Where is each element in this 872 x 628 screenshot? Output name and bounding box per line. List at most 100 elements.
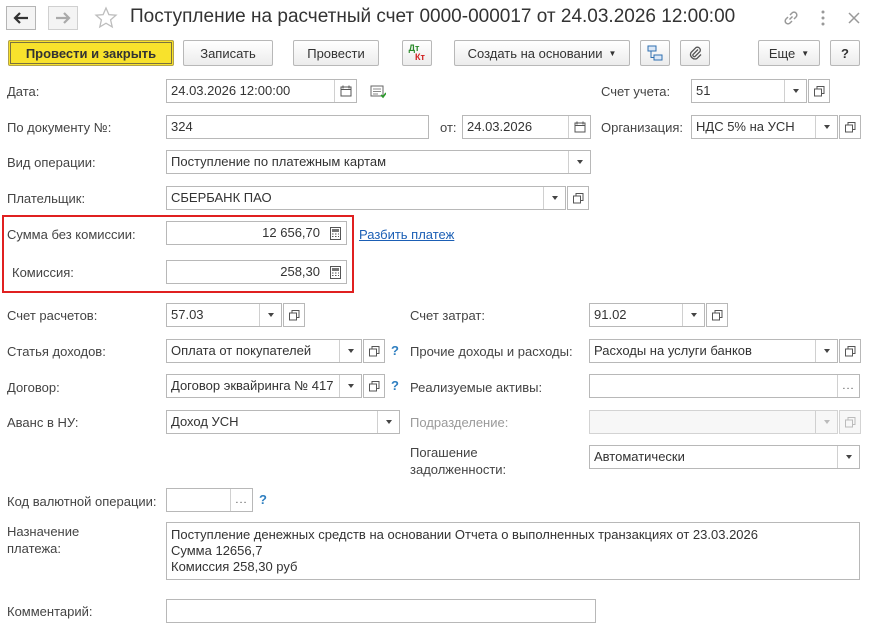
expense-account-field[interactable]: 91.02	[589, 303, 705, 327]
expense-account-open-button[interactable]	[706, 303, 728, 327]
income-item-open-button[interactable]	[363, 339, 385, 363]
operation-field[interactable]: Поступление по платежным картам	[166, 150, 591, 174]
chevron-down-icon[interactable]	[837, 446, 859, 468]
help-label: ?	[841, 45, 849, 61]
advance-label: Аванс в НУ:	[7, 415, 79, 430]
open-icon	[813, 85, 824, 96]
doc-number-label: По документу №:	[7, 120, 112, 135]
chevron-down-icon[interactable]	[377, 411, 399, 433]
save-button[interactable]: Записать	[183, 40, 273, 66]
operation-value: Поступление по платежным картам	[171, 154, 387, 169]
contract-open-button[interactable]	[363, 374, 385, 398]
chevron-down-icon[interactable]	[339, 340, 361, 362]
income-item-help[interactable]: ?	[391, 343, 399, 358]
settlement-account-field[interactable]: 57.03	[166, 303, 282, 327]
attach-button[interactable]	[680, 40, 710, 66]
chevron-down-icon[interactable]	[568, 151, 590, 173]
kt-icon: Кт	[415, 52, 425, 62]
favorite-button[interactable]	[94, 6, 120, 30]
currency-code-label: Код валютной операции:	[7, 494, 157, 509]
commission-field[interactable]: 258,30	[166, 260, 347, 284]
payer-field[interactable]: СБЕРБАНК ПАО	[166, 186, 566, 210]
doc-number-value: 324	[171, 119, 193, 134]
create-based-on-label: Создать на основании	[467, 45, 603, 61]
link-button[interactable]	[780, 7, 802, 29]
expense-account-label: Счет затрат:	[410, 308, 485, 323]
date-field[interactable]: 24.03.2026 12:00:00	[166, 79, 357, 103]
contract-value: Договор эквайринга № 417	[171, 378, 334, 393]
currency-code-help[interactable]: ?	[259, 492, 267, 507]
history-list-icon	[370, 85, 387, 99]
other-income-label: Прочие доходы и расходы:	[410, 344, 573, 359]
post-button[interactable]: Провести	[293, 40, 379, 66]
close-button[interactable]	[843, 7, 865, 29]
link-icon	[784, 11, 798, 25]
advance-value: Доход УСН	[171, 414, 239, 429]
ellipsis-icon[interactable]: ...	[837, 375, 859, 397]
back-button[interactable]	[6, 6, 36, 30]
calculator-icon[interactable]	[324, 222, 346, 244]
star-icon	[94, 6, 118, 29]
chevron-down-icon[interactable]	[784, 80, 806, 102]
settlement-account-open-button[interactable]	[283, 303, 305, 327]
payer-open-button[interactable]	[567, 186, 589, 210]
create-based-on-button[interactable]: Создать на основании ▼	[454, 40, 630, 66]
post-and-close-button[interactable]: Провести и закрыть	[8, 40, 174, 66]
arrow-right-icon	[56, 12, 71, 24]
chevron-down-icon[interactable]	[815, 340, 837, 362]
payer-value: СБЕРБАНК ПАО	[171, 190, 272, 205]
forward-button[interactable]	[48, 6, 78, 30]
purpose-textarea[interactable]: Поступление денежных средств на основани…	[166, 522, 860, 580]
history-button[interactable]	[370, 84, 387, 103]
department-value	[590, 411, 815, 433]
currency-code-field[interactable]: ...	[166, 488, 253, 512]
chevron-down-icon[interactable]	[339, 375, 361, 397]
calendar-icon[interactable]	[568, 116, 590, 138]
open-icon	[288, 309, 299, 320]
purpose-line: Поступление денежных средств на основани…	[171, 527, 758, 542]
contract-help[interactable]: ?	[391, 378, 399, 393]
income-item-field[interactable]: Оплата от покупателей	[166, 339, 362, 363]
calculator-icon[interactable]	[324, 261, 346, 283]
contract-field[interactable]: Договор эквайринга № 417	[166, 374, 362, 398]
income-item-value: Оплата от покупателей	[171, 343, 312, 358]
department-field	[589, 410, 838, 434]
chevron-down-icon[interactable]	[815, 116, 837, 138]
help-button[interactable]: ?	[830, 40, 860, 66]
doc-number-field[interactable]: 324	[166, 115, 429, 139]
dt-kt-button[interactable]: Дт Кт	[402, 40, 432, 66]
chevron-down-icon[interactable]	[259, 304, 281, 326]
doc-date-field[interactable]: 24.03.2026	[462, 115, 591, 139]
chevron-down-icon	[815, 411, 837, 433]
account-field[interactable]: 51	[691, 79, 807, 103]
account-open-button[interactable]	[808, 79, 830, 103]
sold-assets-field[interactable]: ...	[589, 374, 860, 398]
comment-field[interactable]	[166, 599, 596, 623]
amount-field[interactable]: 12 656,70	[166, 221, 347, 245]
sold-assets-value	[590, 375, 837, 397]
organization-open-button[interactable]	[839, 115, 861, 139]
more-button[interactable]: Еще ▼	[758, 40, 820, 66]
debt-repayment-label-line1: Погашение	[410, 445, 478, 460]
other-income-value: Расходы на услуги банков	[594, 343, 752, 358]
chevron-down-icon[interactable]	[682, 304, 704, 326]
calendar-icon[interactable]	[334, 80, 356, 102]
other-income-open-button[interactable]	[839, 339, 861, 363]
organization-label: Организация:	[601, 120, 684, 135]
organization-field[interactable]: НДС 5% на УСН	[691, 115, 838, 139]
open-icon	[844, 345, 855, 356]
split-payment-link[interactable]: Разбить платеж	[359, 227, 454, 242]
debt-repayment-field[interactable]: Автоматически	[589, 445, 860, 469]
purpose-label-line1: Назначение	[7, 524, 80, 539]
more-actions-button[interactable]	[812, 7, 834, 29]
comment-value	[167, 600, 595, 622]
ellipsis-icon[interactable]: ...	[230, 489, 252, 511]
chevron-down-icon[interactable]	[543, 187, 565, 209]
income-item-label: Статья доходов:	[7, 344, 106, 359]
commission-value: 258,30	[280, 264, 320, 279]
structure-button[interactable]	[640, 40, 670, 66]
other-income-field[interactable]: Расходы на услуги банков	[589, 339, 838, 363]
advance-field[interactable]: Доход УСН	[166, 410, 400, 434]
settlement-account-label: Счет расчетов:	[7, 308, 98, 323]
open-icon	[572, 192, 583, 203]
